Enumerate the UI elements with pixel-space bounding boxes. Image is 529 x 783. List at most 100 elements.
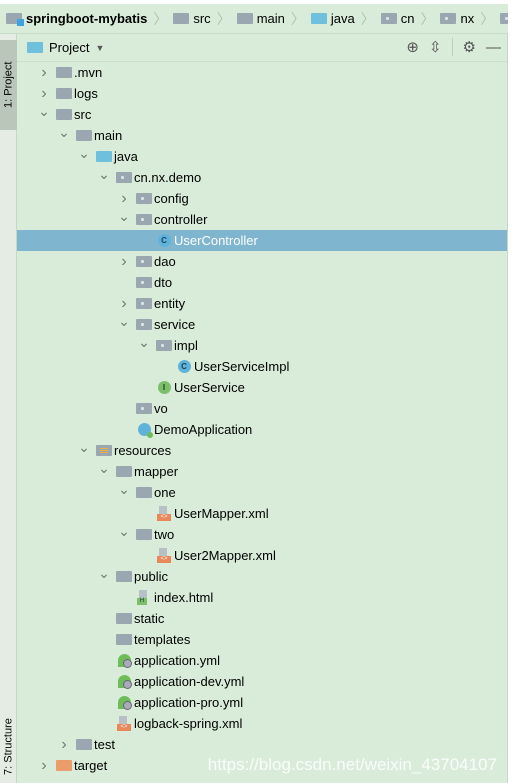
chevron-right-icon[interactable]: › xyxy=(37,757,51,775)
chevron-down-icon[interactable]: ⌄ xyxy=(97,460,111,477)
tree-item-label: config xyxy=(154,191,189,206)
package-icon xyxy=(136,403,152,414)
tree-item[interactable]: ⌄ src xyxy=(17,103,507,125)
tree-item[interactable]: ⌄ mapper xyxy=(17,460,507,482)
tree-item[interactable]: User2Mapper.xml xyxy=(17,545,507,566)
tree-item[interactable]: I UserService xyxy=(17,377,507,398)
breadcrumb-item[interactable]: src 〉 xyxy=(173,9,232,29)
tree-item[interactable]: ⌄ controller xyxy=(17,208,507,230)
chevron-down-icon[interactable]: ⌄ xyxy=(97,166,111,183)
tree-item[interactable]: › entity xyxy=(17,293,507,314)
tree-item[interactable]: › dao xyxy=(17,251,507,272)
tree-item-label: main xyxy=(94,128,123,143)
chevron-right-icon[interactable]: › xyxy=(37,64,51,82)
tree-item[interactable]: ⌄ service xyxy=(17,313,507,335)
tree-item[interactable]: › test xyxy=(17,734,507,755)
chevron-down-icon[interactable]: ⌄ xyxy=(117,313,131,330)
tree-item[interactable]: application-pro.yml xyxy=(17,692,507,713)
tree-item[interactable]: UserMapper.xml xyxy=(17,503,507,524)
tree-item[interactable]: DemoApplication xyxy=(17,419,507,440)
chevron-down-icon[interactable]: ⌄ xyxy=(117,523,131,540)
chevron-down-icon[interactable]: ⌄ xyxy=(117,481,131,498)
node-icon xyxy=(156,338,172,354)
node-icon xyxy=(56,107,72,123)
chevron-right-icon[interactable]: › xyxy=(57,736,71,754)
tree-item-label: UserService xyxy=(174,380,245,395)
chevron-down-icon[interactable]: ⌄ xyxy=(37,103,51,120)
chevron-down-icon[interactable]: ⌄ xyxy=(57,124,71,141)
tree-item[interactable]: logback-spring.xml xyxy=(17,713,507,734)
minimize-icon[interactable]: — xyxy=(486,39,501,56)
spring-yml-icon xyxy=(117,675,132,689)
chevron-right-icon[interactable]: › xyxy=(37,85,51,103)
tree-item[interactable]: static xyxy=(17,608,507,629)
tree-item[interactable]: vo xyxy=(17,398,507,419)
interface-icon: I xyxy=(157,381,171,394)
folder-icon xyxy=(116,466,132,477)
tree-item[interactable]: C UserServiceImpl xyxy=(17,356,507,377)
tree-item[interactable]: › config xyxy=(17,188,507,209)
tree-item[interactable]: templates xyxy=(17,629,507,650)
tree-item-label: logs xyxy=(74,86,98,101)
folder-icon xyxy=(116,613,132,624)
breadcrumb-item[interactable]: main 〉 xyxy=(236,9,307,29)
tree-item[interactable]: ⌄ impl xyxy=(17,334,507,356)
project-view-icon xyxy=(27,42,43,53)
tree-item[interactable]: ⌄ resources xyxy=(17,439,507,461)
node-icon xyxy=(156,506,172,522)
chevron-down-icon[interactable]: ⌄ xyxy=(137,334,151,351)
folder-icon xyxy=(56,88,72,99)
breadcrumb-item[interactable]: nx 〉 xyxy=(440,9,496,29)
tree-item[interactable]: › logs xyxy=(17,83,507,104)
chevron-down-icon[interactable]: ⌄ xyxy=(117,208,131,225)
breadcrumb-item[interactable]: java 〉 xyxy=(310,9,377,29)
locate-icon[interactable]: ⊕ xyxy=(406,38,419,56)
tree-item[interactable]: ⌄ two xyxy=(17,523,507,545)
project-tool-tab[interactable]: 1: Project xyxy=(0,40,17,130)
node-icon xyxy=(116,611,132,627)
panel-header: Project ▼ ⊕ ⇳ ⚙ — xyxy=(17,34,507,62)
tree-item[interactable]: ⌄ main xyxy=(17,124,507,146)
chevron-down-icon[interactable]: ⌄ xyxy=(97,565,111,582)
breadcrumb-item[interactable]: springboot-mybatis 〉 xyxy=(6,9,169,29)
node-icon xyxy=(56,758,72,774)
project-panel: Project ▼ ⊕ ⇳ ⚙ — › .mvn › logs ⌄ src ⌄ main ⌄ ja… xyxy=(17,34,508,783)
tree-item[interactable]: › .mvn xyxy=(17,62,507,83)
folder-icon xyxy=(56,109,72,120)
breadcrumb-item[interactable]: demo〉 xyxy=(500,9,508,29)
tree-item[interactable]: application.yml xyxy=(17,650,507,671)
chevron-down-icon[interactable]: ⌄ xyxy=(77,439,91,456)
breadcrumb-item[interactable]: cn 〉 xyxy=(380,9,437,29)
collapse-all-icon[interactable]: ⇳ xyxy=(429,38,442,56)
tree-item[interactable]: dto xyxy=(17,272,507,293)
node-icon xyxy=(116,716,132,732)
node-icon xyxy=(136,275,152,291)
watermark: https://blog.csdn.net/weixin_43704107 xyxy=(207,755,497,774)
view-selector[interactable]: Project xyxy=(49,40,89,55)
node-icon xyxy=(136,590,152,606)
chevron-right-icon[interactable]: › xyxy=(117,190,131,208)
tree-item[interactable]: C UserController xyxy=(17,230,507,251)
node-icon xyxy=(116,695,132,711)
structure-tool-tab[interactable]: 7: Structure xyxy=(0,714,17,779)
gear-icon[interactable]: ⚙ xyxy=(463,38,476,56)
package-icon xyxy=(136,298,152,309)
tree-item[interactable]: application-dev.yml xyxy=(17,671,507,692)
breadcrumb-label: nx xyxy=(460,11,475,26)
chevron-right-icon[interactable]: › xyxy=(117,295,131,313)
chevron-down-icon[interactable]: ▼ xyxy=(95,43,104,53)
tree-item[interactable]: index.html xyxy=(17,587,507,608)
chevron-down-icon[interactable]: ⌄ xyxy=(77,145,91,162)
tree-item-label: public xyxy=(134,569,168,584)
package-icon xyxy=(136,277,152,288)
tree-item[interactable]: ⌄ public xyxy=(17,565,507,587)
package-icon xyxy=(380,13,397,24)
source-folder-icon xyxy=(310,13,327,24)
node-icon xyxy=(136,401,152,417)
tree-item[interactable]: ⌄ java xyxy=(17,145,507,167)
node-icon xyxy=(156,548,172,564)
chevron-right-icon[interactable]: › xyxy=(117,253,131,271)
tree-item[interactable]: ⌄ cn.nx.demo xyxy=(17,166,507,188)
tree-item-label: .mvn xyxy=(74,65,103,80)
tree-item[interactable]: ⌄ one xyxy=(17,481,507,503)
